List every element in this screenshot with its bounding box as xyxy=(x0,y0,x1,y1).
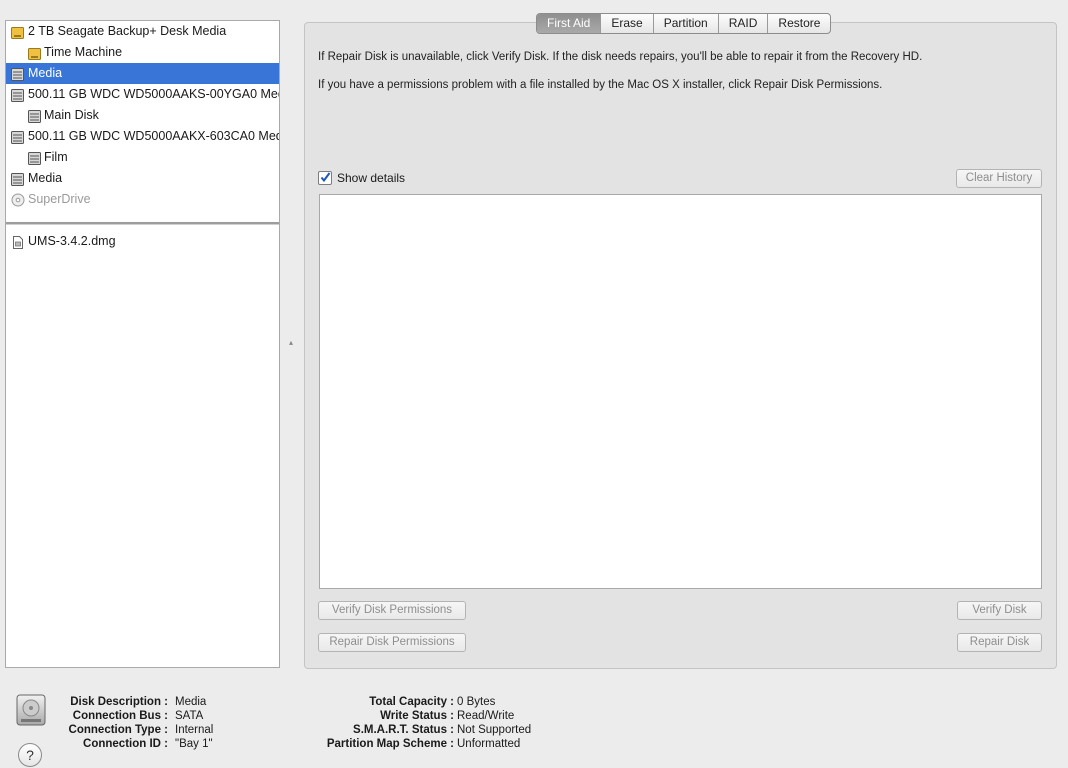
checkmark-icon xyxy=(320,172,331,183)
sidebar-item-media[interactable]: Media xyxy=(6,168,279,189)
disk-image-icon xyxy=(11,235,24,249)
sidebar-divider xyxy=(6,222,279,225)
detail-row-partition-map-scheme: Partition Map Scheme : Unformatted xyxy=(0,737,700,751)
volume-icon xyxy=(28,109,41,123)
detail-value: 0 Bytes xyxy=(457,696,496,708)
detail-row-smart-status: S.M.A.R.T. Status : Not Supported xyxy=(0,723,700,737)
sidebar-item-label: 2 TB Seagate Backup+ Desk Media xyxy=(28,24,227,38)
sidebar-item-label: Main Disk xyxy=(44,108,99,122)
disk-list-sidebar[interactable]: 2 TB Seagate Backup+ Desk Media Time Mac… xyxy=(5,20,280,668)
tab-first-aid[interactable]: First Aid xyxy=(537,14,601,33)
detail-key: Write Status : xyxy=(380,710,454,722)
detail-key: Partition Map Scheme : xyxy=(326,738,454,750)
sidebar-item-superdrive[interactable]: SuperDrive xyxy=(6,189,279,210)
detail-value: Unformatted xyxy=(457,738,521,750)
external-volume-icon xyxy=(28,46,41,60)
detail-row-write-status: Write Status : Read/Write xyxy=(0,709,700,723)
tab-bar: First Aid Erase Partition RAID Restore xyxy=(536,13,832,34)
sidebar-item-label: Media xyxy=(28,66,63,80)
repair-disk-button[interactable]: Repair Disk xyxy=(957,633,1042,652)
hard-drive-icon xyxy=(11,88,24,102)
permissions-info-text: If you have a permissions problem with a… xyxy=(318,79,883,91)
sidebar-item-label: Time Machine xyxy=(44,45,123,59)
detail-value: Not Supported xyxy=(457,724,532,736)
tab-restore[interactable]: Restore xyxy=(767,14,830,33)
sidebar-item-media-selected[interactable]: Media xyxy=(6,63,279,84)
sidebar-item-film[interactable]: Film xyxy=(6,147,279,168)
tab-erase[interactable]: Erase xyxy=(600,14,652,33)
sidebar-item-label: SuperDrive xyxy=(28,192,91,206)
hard-drive-icon xyxy=(11,130,24,144)
splitter-handle[interactable]: ▴ xyxy=(289,339,293,347)
sidebar-item-main-disk[interactable]: Main Disk xyxy=(6,105,279,126)
verify-disk-permissions-button[interactable]: Verify Disk Permissions xyxy=(318,601,466,620)
show-details-label: Show details xyxy=(337,171,406,185)
external-drive-icon xyxy=(11,25,24,39)
optical-drive-icon xyxy=(11,193,25,207)
detail-key: Total Capacity : xyxy=(369,696,454,708)
sidebar-item-label: Media xyxy=(28,171,63,185)
hard-drive-icon xyxy=(11,67,24,81)
sidebar-item-seagate-drive[interactable]: 2 TB Seagate Backup+ Desk Media xyxy=(6,21,279,42)
sidebar-item-label: 500.11 GB WDC WD5000AAKX-603CA0 Media xyxy=(28,129,279,143)
sidebar-item-label: Film xyxy=(44,150,68,164)
tab-raid[interactable]: RAID xyxy=(717,14,768,33)
sidebar-item-dmg[interactable]: UMS-3.4.2.dmg xyxy=(6,231,279,252)
repair-disk-info-text: If Repair Disk is unavailable, click Ver… xyxy=(318,51,923,63)
detail-key: S.M.A.R.T. Status : xyxy=(353,724,454,736)
sidebar-item-time-machine[interactable]: Time Machine xyxy=(6,42,279,63)
repair-disk-permissions-button[interactable]: Repair Disk Permissions xyxy=(318,633,466,652)
volume-icon xyxy=(28,151,41,165)
sidebar-item-wdc-aakx[interactable]: 500.11 GB WDC WD5000AAKX-603CA0 Media xyxy=(6,126,279,147)
checkbox-box[interactable] xyxy=(318,171,332,185)
detail-value: Read/Write xyxy=(457,710,515,722)
sidebar-item-label: 500.11 GB WDC WD5000AAKS-00YGA0 Media xyxy=(28,87,279,101)
tab-partition[interactable]: Partition xyxy=(652,14,718,33)
clear-history-button[interactable]: Clear History xyxy=(956,169,1042,188)
details-log-area[interactable] xyxy=(319,194,1042,589)
verify-disk-button[interactable]: Verify Disk xyxy=(957,601,1042,620)
show-details-checkbox[interactable]: Show details xyxy=(318,171,405,185)
sidebar-item-wdc-aaks[interactable]: 500.11 GB WDC WD5000AAKS-00YGA0 Media xyxy=(6,84,279,105)
detail-row-total-capacity: Total Capacity : 0 Bytes xyxy=(0,695,700,709)
hard-drive-icon xyxy=(11,172,24,186)
sidebar-item-label: UMS-3.4.2.dmg xyxy=(28,234,116,248)
